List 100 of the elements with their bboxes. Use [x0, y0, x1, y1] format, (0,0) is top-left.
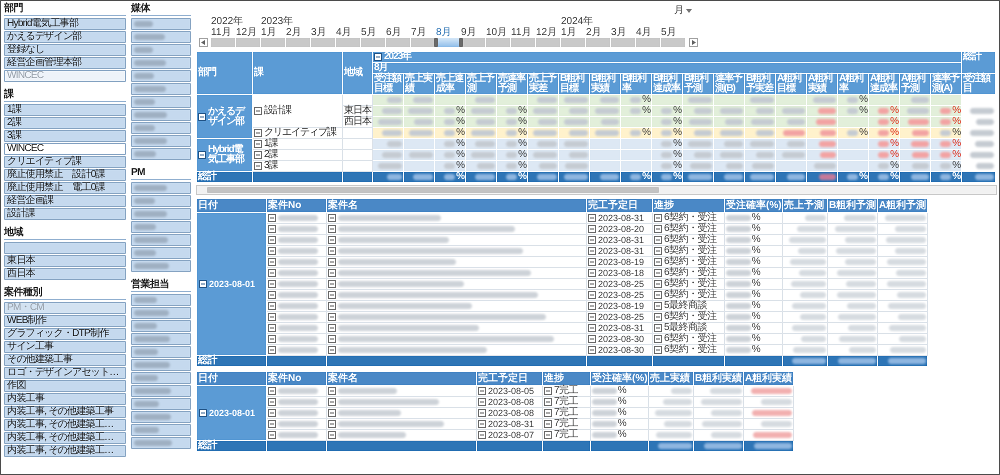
collapse-icon[interactable]	[654, 291, 662, 299]
slicer-item[interactable]: グラフィック・DTP制作	[4, 328, 126, 340]
collapse-icon[interactable]	[268, 324, 276, 332]
collapse-icon[interactable]	[478, 420, 486, 428]
timeline-cell[interactable]	[486, 38, 510, 47]
collapse-icon[interactable]	[654, 225, 662, 233]
timeline-cell[interactable]	[211, 38, 235, 47]
range-handle[interactable]	[459, 38, 463, 47]
collapse-icon[interactable]	[328, 335, 336, 343]
slicer-item[interactable]: 作図	[4, 380, 126, 392]
collapse-icon[interactable]	[328, 313, 336, 321]
slicer-item[interactable]: ロゴ・デザインアセット…	[4, 367, 126, 379]
collapse-icon[interactable]	[268, 236, 276, 244]
slicer-item[interactable]: 廃止使用禁止 電工0課	[4, 182, 126, 194]
timeline-cell[interactable]	[586, 38, 610, 47]
collapse-icon[interactable]	[544, 431, 552, 439]
timeline-cell[interactable]	[536, 38, 560, 47]
collapse-icon[interactable]	[268, 291, 276, 299]
collapse-icon[interactable]	[328, 420, 336, 428]
slicer-item[interactable]: 設計課	[4, 208, 126, 220]
collapse-icon[interactable]	[268, 346, 276, 354]
collapse-icon[interactable]	[588, 302, 596, 310]
slicer-item[interactable]: 経営企画管理本部	[4, 57, 126, 69]
timeline-cell[interactable]	[461, 38, 485, 47]
collapse-icon[interactable]	[268, 214, 276, 222]
timeline-cell[interactable]	[436, 38, 460, 47]
timeline-cell[interactable]	[611, 38, 635, 47]
slicer-item[interactable]: 西日本	[4, 268, 126, 280]
collapse-icon[interactable]	[268, 269, 276, 277]
slicer-item[interactable]: その他建築工事	[4, 354, 126, 366]
collapse-icon[interactable]	[268, 313, 276, 321]
timeline-cell[interactable]	[236, 38, 260, 47]
timeline-cell[interactable]	[261, 38, 285, 47]
timeline-cell[interactable]	[636, 38, 660, 47]
slicer-item[interactable]: 1課	[4, 104, 126, 116]
collapse-icon[interactable]	[328, 302, 336, 310]
timeline-cell[interactable]	[661, 38, 685, 47]
range-handle[interactable]	[434, 38, 438, 47]
slicer-item[interactable]: 登録なし	[4, 44, 126, 56]
collapse-icon[interactable]	[268, 398, 276, 406]
slicer-item[interactable]: 廃止使用禁止 設計0課	[4, 169, 126, 181]
collapse-icon[interactable]	[198, 151, 206, 159]
collapse-icon[interactable]	[588, 269, 596, 277]
collapse-icon[interactable]	[254, 129, 262, 137]
slicer-item[interactable]: WINCEC	[4, 143, 126, 155]
collapse-icon[interactable]	[654, 324, 662, 332]
collapse-icon[interactable]	[328, 214, 336, 222]
collapse-icon[interactable]	[254, 162, 262, 170]
collapse-icon[interactable]	[328, 409, 336, 417]
slicer-item[interactable]: 内装工事, その他建築工…	[4, 445, 126, 457]
collapse-icon[interactable]	[199, 409, 207, 417]
collapse-icon[interactable]	[588, 280, 596, 288]
collapse-icon[interactable]	[654, 313, 662, 321]
collapse-icon[interactable]	[268, 280, 276, 288]
collapse-icon[interactable]	[268, 258, 276, 266]
collapse-icon[interactable]	[328, 398, 336, 406]
collapse-icon[interactable]	[544, 409, 552, 417]
scroll-right-button[interactable]	[689, 38, 698, 47]
timeline-cell[interactable]	[511, 38, 535, 47]
collapse-icon[interactable]	[268, 409, 276, 417]
collapse-icon[interactable]	[588, 313, 596, 321]
timeline-cell[interactable]	[561, 38, 585, 47]
collapse-icon[interactable]	[654, 269, 662, 277]
horizontal-scrollbar[interactable]	[196, 185, 997, 195]
timeline-cell[interactable]	[336, 38, 360, 47]
slicer-item[interactable]: Hybrid電気工事部	[4, 18, 126, 30]
collapse-icon[interactable]	[478, 398, 486, 406]
collapse-icon[interactable]	[654, 236, 662, 244]
collapse-icon[interactable]	[654, 247, 662, 255]
collapse-icon[interactable]	[328, 225, 336, 233]
collapse-icon[interactable]	[478, 409, 486, 417]
collapse-icon[interactable]	[588, 291, 596, 299]
slicer-item[interactable]: サイン工事	[4, 341, 126, 353]
collapse-icon[interactable]	[654, 280, 662, 288]
collapse-icon[interactable]	[268, 335, 276, 343]
collapse-icon[interactable]	[478, 387, 486, 395]
slicer-item[interactable]: 東日本	[4, 255, 126, 267]
collapse-icon[interactable]	[478, 431, 486, 439]
collapse-icon[interactable]	[544, 387, 552, 395]
collapse-icon[interactable]	[654, 214, 662, 222]
collapse-icon[interactable]	[254, 107, 262, 115]
collapse-icon[interactable]	[588, 335, 596, 343]
slicer-item[interactable]: WEB制作	[4, 315, 126, 327]
timeline-cell[interactable]	[311, 38, 335, 47]
slicer-item[interactable]: 2課	[4, 117, 126, 129]
timeline-cell[interactable]	[386, 38, 410, 47]
slicer-item[interactable]: 内装工事	[4, 393, 126, 405]
collapse-icon[interactable]	[268, 387, 276, 395]
scroll-left-button[interactable]	[199, 38, 208, 47]
collapse-icon[interactable]	[544, 420, 552, 428]
collapse-icon[interactable]	[328, 269, 336, 277]
collapse-icon[interactable]	[374, 53, 382, 61]
collapse-icon[interactable]	[199, 280, 207, 288]
collapse-icon[interactable]	[268, 420, 276, 428]
collapse-icon[interactable]	[654, 335, 662, 343]
collapse-icon[interactable]	[588, 225, 596, 233]
collapse-icon[interactable]	[328, 247, 336, 255]
timeline-cell[interactable]	[361, 38, 385, 47]
slicer-item[interactable]: クリエイティブ課	[4, 156, 126, 168]
collapse-icon[interactable]	[654, 258, 662, 266]
